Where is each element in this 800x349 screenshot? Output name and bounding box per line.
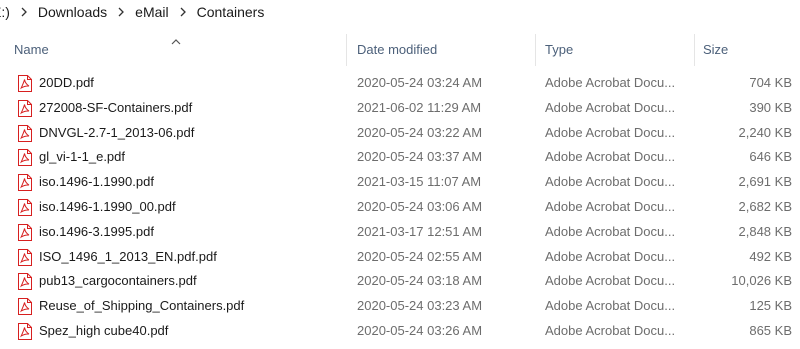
file-size: 2,848 KB [738, 223, 793, 239]
file-date-modified: 2020-05-24 03:22 AM [357, 124, 483, 140]
column-header-date-modified[interactable]: Date modified [357, 34, 437, 66]
file-name[interactable]: 272008-SF-Containers.pdf [39, 96, 339, 121]
file-name[interactable]: ISO_1496_1_2013_EN.pdf.pdf [39, 245, 339, 270]
file-row[interactable]: iso.1496-1.1990.pdf 2021-03-15 11:07 AM … [0, 170, 800, 195]
column-divider[interactable] [694, 34, 695, 66]
file-type: Adobe Acrobat Docu... [545, 298, 676, 314]
breadcrumb-item-drive[interactable]: E:) [0, 4, 13, 20]
file-size: 390 KB [749, 99, 792, 115]
file-name[interactable]: iso.1496-3.1995.pdf [39, 220, 339, 245]
file-name[interactable]: 20DD.pdf [39, 71, 339, 96]
file-size: 2,682 KB [738, 198, 793, 214]
file-row[interactable]: 20DD.pdf 2020-05-24 03:24 AM Adobe Acrob… [0, 71, 800, 96]
pdf-file-icon [18, 223, 32, 241]
pdf-file-icon [18, 322, 32, 340]
breadcrumb-item-email[interactable]: eMail [132, 4, 171, 20]
chevron-right-icon[interactable] [172, 7, 194, 17]
file-name[interactable]: pub13_cargocontainers.pdf [39, 269, 339, 294]
file-row[interactable]: gl_vi-1-1_e.pdf 2020-05-24 03:37 AM Adob… [0, 145, 800, 170]
file-date-modified: 2020-05-24 03:23 AM [357, 298, 483, 314]
file-date-modified: 2020-05-24 03:18 AM [357, 273, 483, 289]
pdf-file-icon [18, 174, 32, 192]
file-size: 704 KB [749, 75, 792, 90]
file-size: 865 KB [749, 322, 792, 338]
file-name[interactable]: iso.1496-1.1990_00.pdf [39, 195, 339, 220]
pdf-file-icon [18, 75, 32, 92]
file-row[interactable]: iso.1496-3.1995.pdf 2021-03-17 12:51 AM … [0, 220, 800, 245]
column-header-size[interactable]: Size [703, 34, 728, 66]
file-row[interactable]: pub13_cargocontainers.pdf 2020-05-24 03:… [0, 269, 800, 294]
breadcrumb-item-downloads[interactable]: Downloads [35, 4, 110, 20]
file-name[interactable]: iso.1496-1.1990.pdf [39, 170, 339, 195]
file-type: Adobe Acrobat Docu... [545, 174, 676, 190]
column-header-type[interactable]: Type [545, 34, 573, 66]
file-size: 2,240 KB [738, 124, 793, 140]
file-date-modified: 2021-03-15 11:07 AM [357, 174, 482, 190]
file-type: Adobe Acrobat Docu... [545, 149, 676, 165]
pdf-file-icon [18, 198, 32, 216]
pdf-file-icon [18, 149, 32, 167]
file-date-modified: 2020-05-24 03:26 AM [357, 322, 483, 338]
pdf-file-icon [18, 124, 32, 142]
file-size: 492 KB [749, 248, 792, 264]
pdf-file-icon [18, 273, 32, 291]
pdf-file-icon [18, 248, 32, 266]
file-name[interactable]: Reuse_of_Shipping_Containers.pdf [39, 294, 339, 319]
pdf-file-icon [18, 298, 32, 316]
file-size: 125 KB [749, 298, 792, 314]
pdf-file-icon [18, 99, 32, 117]
file-row[interactable]: DNVGL-2.7-1_2013-06.pdf 2020-05-24 03:22… [0, 121, 800, 146]
file-date-modified: 2020-05-24 03:06 AM [357, 198, 483, 214]
breadcrumb: E:) Downloads eMail Containers [0, 0, 800, 24]
chevron-right-icon[interactable] [110, 7, 132, 17]
file-date-modified: 2021-03-17 12:51 AM [357, 223, 483, 239]
column-divider[interactable] [535, 34, 536, 66]
file-size: 10,026 KB [731, 273, 792, 289]
column-header-row: Name Date modified Type Size [0, 34, 800, 66]
file-type: Adobe Acrobat Docu... [545, 99, 676, 115]
file-size: 2,691 KB [738, 174, 793, 190]
file-date-modified: 2020-05-24 03:37 AM [357, 149, 483, 165]
file-type: Adobe Acrobat Docu... [545, 124, 676, 140]
column-divider[interactable] [346, 34, 347, 66]
file-type: Adobe Acrobat Docu... [545, 322, 676, 338]
file-type: Adobe Acrobat Docu... [545, 223, 676, 239]
file-row[interactable]: iso.1496-1.1990_00.pdf 2020-05-24 03:06 … [0, 195, 800, 220]
file-date-modified: 2020-05-24 02:55 AM [357, 248, 483, 264]
file-date-modified: 2021-06-02 11:29 AM [357, 99, 482, 115]
file-name[interactable]: Spez_high cube40.pdf [39, 319, 339, 344]
file-type: Adobe Acrobat Docu... [545, 75, 676, 90]
file-type: Adobe Acrobat Docu... [545, 248, 676, 264]
file-size: 646 KB [749, 149, 792, 165]
file-row[interactable]: Spez_high cube40.pdf 2020-05-24 03:26 AM… [0, 319, 800, 344]
file-name[interactable]: gl_vi-1-1_e.pdf [39, 145, 339, 170]
file-type: Adobe Acrobat Docu... [545, 198, 676, 214]
file-row[interactable]: ISO_1496_1_2013_EN.pdf.pdf 2020-05-24 02… [0, 245, 800, 270]
file-name[interactable]: DNVGL-2.7-1_2013-06.pdf [39, 121, 339, 146]
breadcrumb-item-containers[interactable]: Containers [194, 4, 268, 20]
file-row[interactable]: Reuse_of_Shipping_Containers.pdf 2020-05… [0, 294, 800, 319]
file-type: Adobe Acrobat Docu... [545, 273, 676, 289]
file-row[interactable]: 272008-SF-Containers.pdf 2021-06-02 11:2… [0, 96, 800, 121]
column-header-name[interactable]: Name [14, 34, 49, 66]
file-date-modified: 2020-05-24 03:24 AM [357, 75, 483, 90]
chevron-right-icon[interactable] [13, 7, 35, 17]
file-list: 20DD.pdf 2020-05-24 03:24 AM Adobe Acrob… [0, 71, 800, 344]
chevron-up-icon [170, 34, 182, 45]
